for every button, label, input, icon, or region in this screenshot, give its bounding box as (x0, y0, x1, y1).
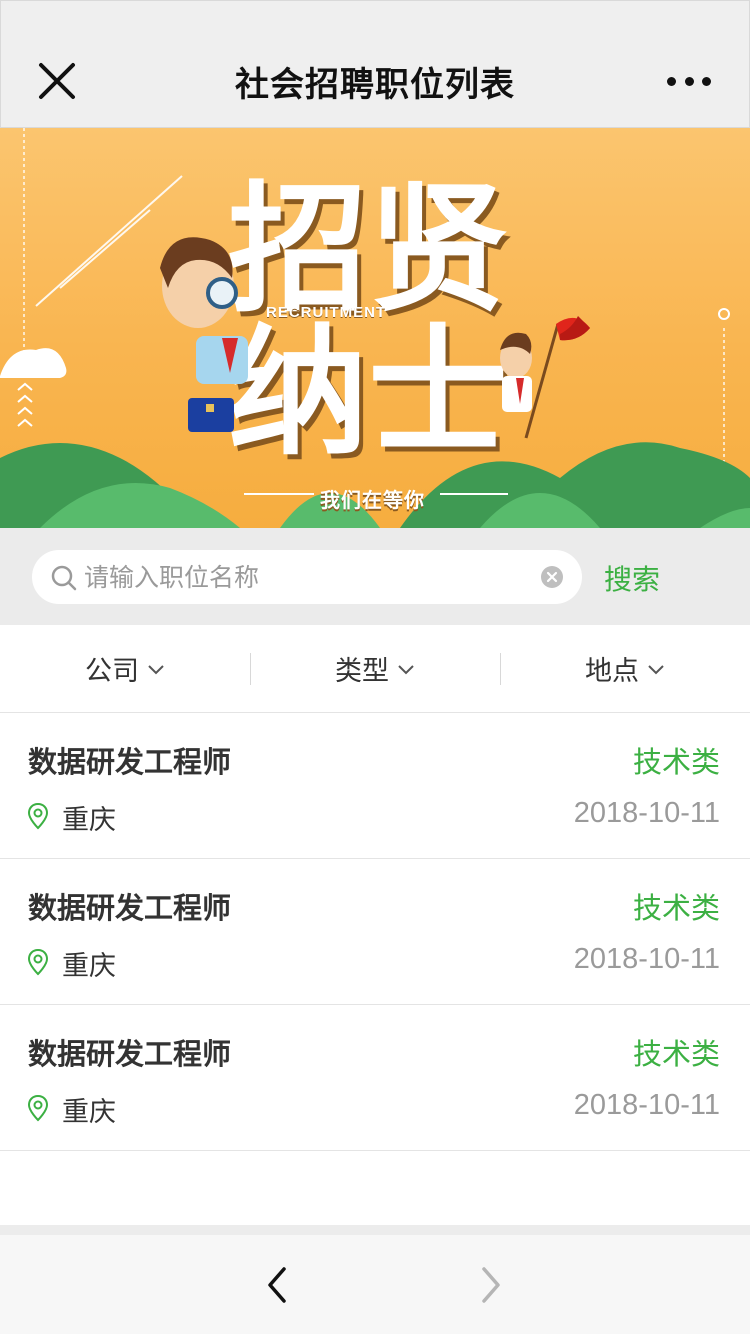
location-pin-icon (27, 948, 49, 976)
job-date: 2018-10-11 (573, 943, 720, 975)
job-item[interactable]: 数据研发工程师 技术类 重庆 2018-10-11 (0, 859, 750, 1005)
filter-company[interactable]: 公司 (0, 625, 250, 712)
job-date: 2018-10-11 (573, 1089, 720, 1121)
job-item[interactable]: 数据研发工程师 技术类 重庆 2018-10-11 (0, 713, 750, 859)
svg-text:纳士: 纳士 (228, 312, 508, 475)
clear-icon[interactable] (540, 565, 564, 589)
location-pin-icon (27, 802, 49, 830)
job-date: 2018-10-11 (573, 797, 720, 829)
bottom-nav (0, 1235, 750, 1334)
job-title: 数据研发工程师 (28, 1037, 232, 1071)
filter-bar: 公司 类型 地点 (0, 625, 750, 713)
banner-subtitle: RECRUITMENT (266, 304, 387, 321)
search-box[interactable] (32, 550, 582, 604)
job-title: 数据研发工程师 (28, 891, 232, 925)
filter-label: 地点 (585, 656, 639, 687)
filter-label: 公司 (85, 656, 139, 687)
job-location: 重庆 (62, 805, 116, 836)
filter-type[interactable]: 类型 (250, 625, 500, 712)
search-button[interactable]: 搜索 (604, 558, 660, 598)
search-area: 搜索 (0, 528, 750, 625)
chevron-down-icon (648, 664, 664, 674)
banner-illustration: 招贤 招贤 纳士 纳士 (0, 128, 750, 528)
chevron-down-icon (398, 664, 414, 674)
job-title: 数据研发工程师 (28, 745, 232, 779)
search-input[interactable] (84, 558, 524, 596)
banner-slogan: 我们在等你 (320, 488, 425, 512)
chevron-right-icon[interactable] (476, 1265, 506, 1305)
page-title: 社会招聘职位列表 (235, 65, 515, 105)
divider (500, 653, 501, 685)
job-location: 重庆 (62, 1097, 116, 1128)
job-item[interactable]: 数据研发工程师 技术类 重庆 2018-10-11 (0, 1005, 750, 1151)
chevron-down-icon (148, 664, 164, 674)
job-location: 重庆 (62, 951, 116, 982)
more-dots-icon[interactable] (667, 71, 711, 91)
job-list: 数据研发工程师 技术类 重庆 2018-10-11 数据研发工程师 技术类 重庆… (0, 713, 750, 1151)
divider (0, 1225, 750, 1235)
chevron-left-icon[interactable] (262, 1265, 292, 1305)
job-type: 技术类 (632, 745, 720, 779)
divider (250, 653, 251, 685)
filter-location[interactable]: 地点 (500, 625, 750, 712)
recruitment-banner: 招贤 招贤 纳士 纳士 RECRUITMENT 我们在等你 (0, 128, 750, 528)
top-bar: 社会招聘职位列表 (0, 0, 750, 128)
search-icon (51, 565, 77, 591)
location-pin-icon (27, 1094, 49, 1122)
job-type: 技术类 (632, 891, 720, 925)
job-type: 技术类 (632, 1037, 720, 1071)
filter-label: 类型 (335, 656, 389, 687)
